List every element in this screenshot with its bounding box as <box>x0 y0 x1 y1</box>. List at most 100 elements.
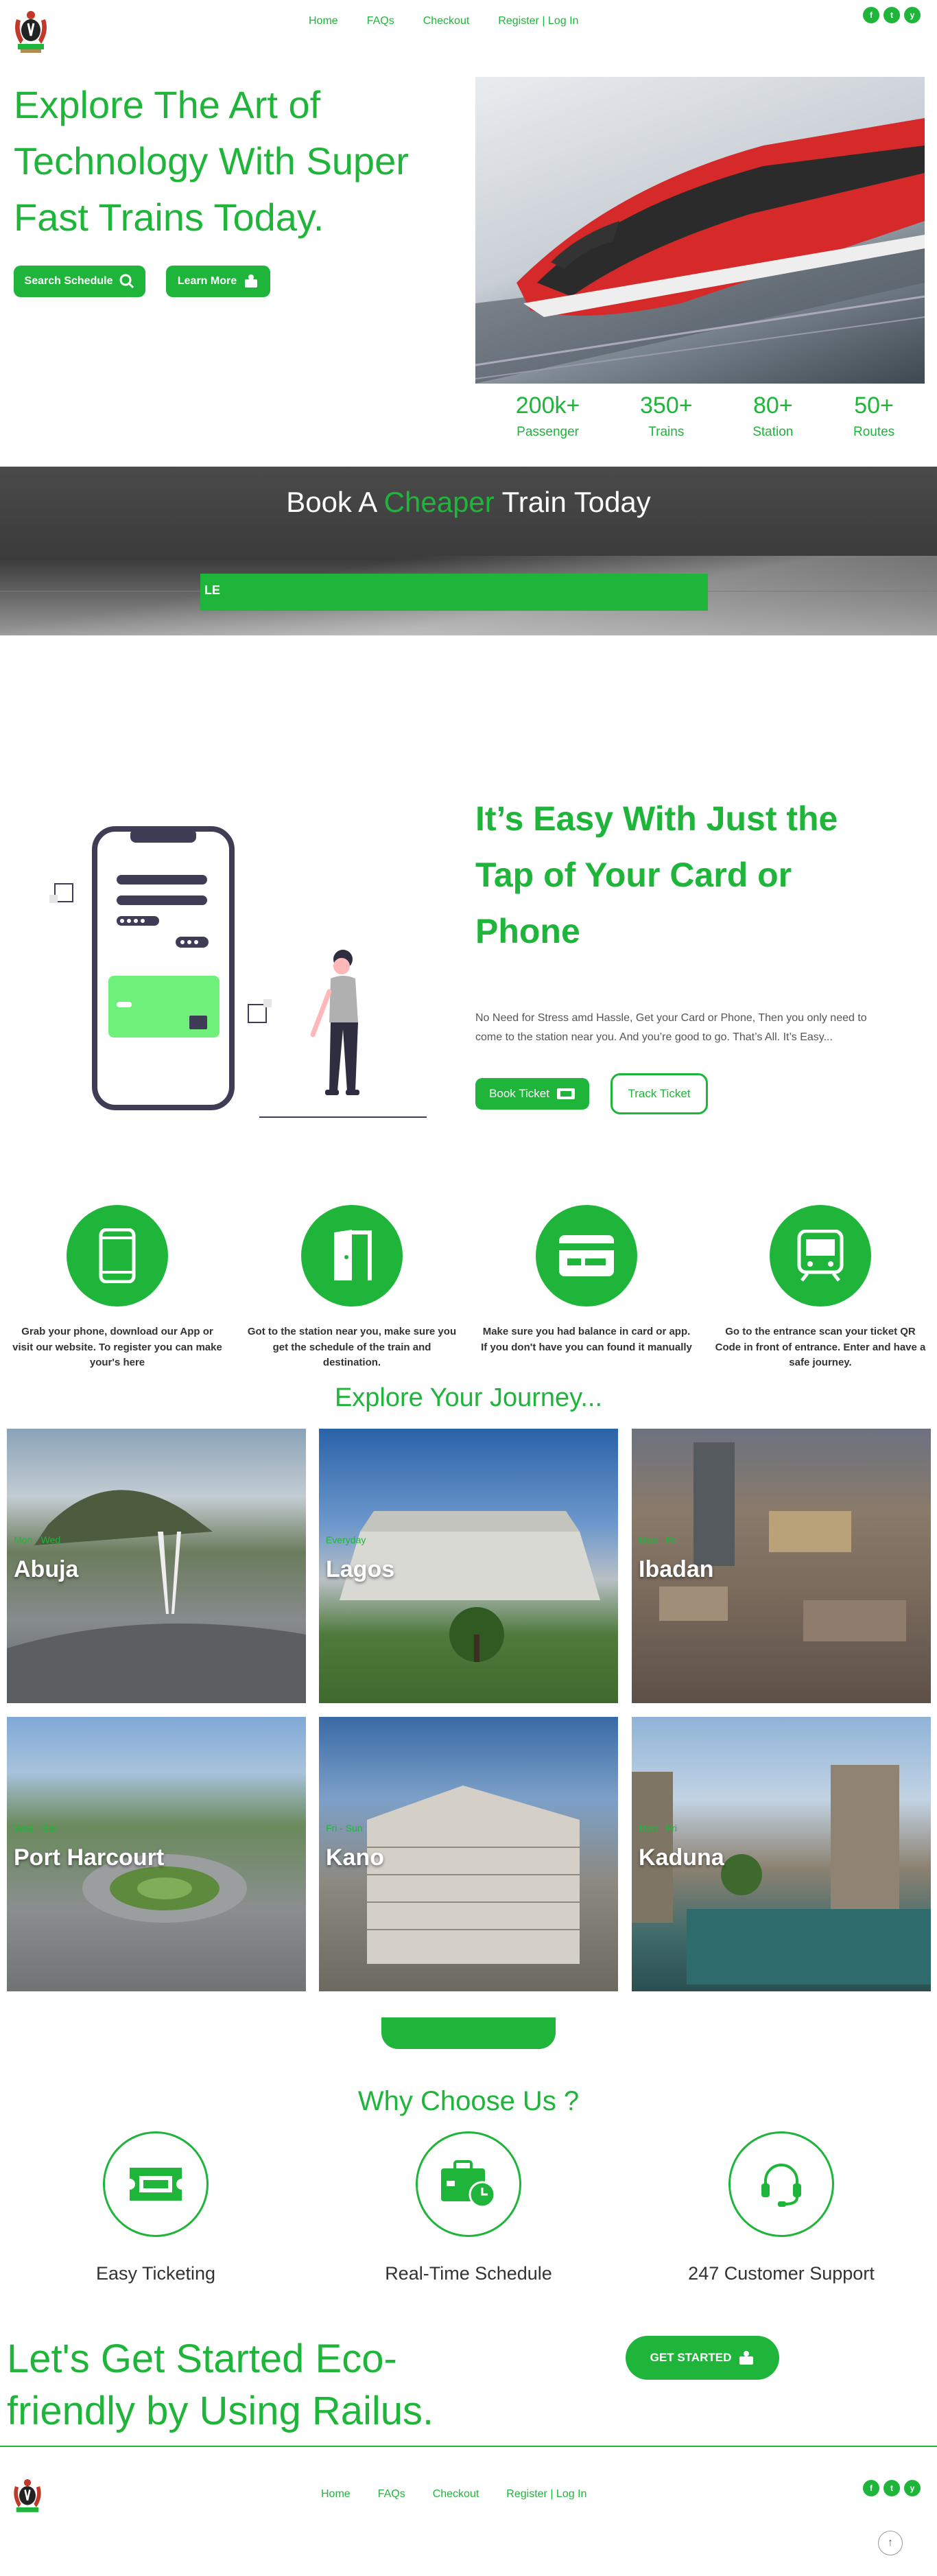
explore-title: Explore Your Journey... <box>334 1383 603 1412</box>
person-card-icon <box>245 274 258 288</box>
book-title-accent: Cheaper <box>383 486 495 518</box>
facebook-icon[interactable]: f <box>863 2480 879 2496</box>
book-title: Book A Cheaper Train Today <box>0 486 937 519</box>
city-card-kaduna[interactable]: Mon - Fri Kaduna <box>632 1717 931 1991</box>
city-days: Mon - Fri <box>639 1534 677 1545</box>
track-ticket-label: Track Ticket <box>628 1087 691 1100</box>
twitter-icon[interactable]: t <box>883 7 900 23</box>
city-card-ibadan[interactable]: Mon - Fri Ibadan <box>632 1429 931 1703</box>
step-1: Grab your phone, download our App or vis… <box>0 1205 235 1371</box>
train-icon <box>797 1230 844 1282</box>
schedule-bar-text: LE <box>204 583 221 597</box>
search-schedule-label: Search Schedule <box>24 275 113 287</box>
hero-title-line3: Fast Trains Today. <box>14 196 324 239</box>
city-card-lagos[interactable]: Everyday Lagos <box>319 1429 618 1703</box>
footer-nav-checkout[interactable]: Checkout <box>433 2488 479 2501</box>
card-icon <box>559 1235 614 1276</box>
city-days: Everyday <box>326 1534 366 1545</box>
schedule-bar[interactable]: LE <box>200 574 708 611</box>
nav-register-login[interactable]: Register | Log In <box>498 15 578 27</box>
twitter-icon[interactable]: t <box>883 2480 900 2496</box>
step-2: Got to the station near you, make sure y… <box>235 1205 469 1371</box>
footer-nav: Home FAQs Checkout Register | Log In <box>321 2488 630 2501</box>
headset-icon <box>761 2164 801 2207</box>
step-line: Make sure you had balance in card or app… <box>482 1326 691 1337</box>
hero-title-line1: Explore The Art of <box>14 83 321 126</box>
learn-more-label: Learn More <box>177 275 237 287</box>
footer-nav-home[interactable]: Home <box>321 2488 351 2501</box>
track-ticket-button[interactable]: Track Ticket <box>610 1073 708 1114</box>
ticket-icon <box>130 2168 182 2201</box>
step-line: Code in front of entrance. Enter and hav… <box>715 1341 926 1353</box>
footer-social-links: f t y <box>863 2480 921 2496</box>
step-1-text: Grab your phone, download our App or vis… <box>0 1324 235 1371</box>
door-icon <box>334 1230 372 1280</box>
step-line: Got to the station near you, make sure y… <box>247 1326 457 1337</box>
step-line: safe journey. <box>789 1357 852 1368</box>
step-1-circle <box>67 1205 168 1307</box>
cta-title: Let's Get Started Eco- friendly by Using… <box>7 2333 528 2437</box>
book-ticket-button[interactable]: Book Ticket <box>475 1078 589 1110</box>
hero-stats: 200k+ Passenger 350+ Trains 80+ Station … <box>486 393 925 440</box>
why-label: Real-Time Schedule <box>385 2263 552 2284</box>
step-line: Go to the entrance scan your ticket QR <box>725 1326 916 1337</box>
hero-train-image <box>475 77 925 384</box>
why-label: Easy Ticketing <box>95 2263 216 2284</box>
stat-station: 80+ Station <box>752 393 793 440</box>
cta-title-line2: friendly by Using Railus. <box>7 2389 434 2433</box>
city-days: Mon - Wed <box>14 1534 61 1545</box>
city-name: Ibadan <box>639 1556 714 1582</box>
get-started-button[interactable]: GET STARTED <box>626 2336 779 2380</box>
coat-of-arms-logo[interactable] <box>7 5 55 54</box>
learn-more-button[interactable]: Learn More <box>166 266 270 297</box>
city-name: Kano <box>326 1845 384 1871</box>
why-items: Easy Ticketing Real-Time Schedule 247 Cu… <box>0 2131 937 2289</box>
scroll-top-button[interactable]: ↑ <box>878 2531 903 2555</box>
schedule-icon <box>441 2160 496 2208</box>
step-3-text: Make sure you had balance in card or app… <box>469 1324 704 1355</box>
search-schedule-button[interactable]: Search Schedule <box>14 266 145 297</box>
step-line: get the schedule of the train and <box>272 1341 431 1353</box>
city-card-kano[interactable]: Fri - Sun Kano <box>319 1717 618 1991</box>
youtube-icon[interactable]: y <box>904 2480 921 2496</box>
city-name: Lagos <box>326 1556 395 1582</box>
book-title-pre: Book A <box>286 486 384 518</box>
stat-value: 80+ <box>752 393 793 419</box>
stat-value: 200k+ <box>515 393 580 419</box>
person-card-icon <box>739 2351 754 2365</box>
city-days: Fri - Sun <box>326 1823 363 1834</box>
view-more-button-partial[interactable] <box>381 2017 556 2049</box>
city-card-abuja[interactable]: Mon - Wed Abuja <box>7 1429 306 1703</box>
book-ticket-label: Book Ticket <box>489 1087 549 1100</box>
easy-title: It’s Easy With Just the Tap of Your Card… <box>475 791 914 959</box>
nav-faqs[interactable]: FAQs <box>367 15 394 27</box>
step-4-circle <box>770 1205 871 1307</box>
city-name: Abuja <box>14 1556 79 1582</box>
why-label: 247 Customer Support <box>688 2263 875 2284</box>
site-footer: Home FAQs Checkout Register | Log In f t… <box>0 2450 937 2576</box>
footer-nav-register-login[interactable]: Register | Log In <box>506 2488 586 2501</box>
book-banner: Book A Cheaper Train Today LE <box>0 467 937 635</box>
footer-nav-faqs[interactable]: FAQs <box>378 2488 405 2501</box>
cta-title-line1: Let's Get Started Eco- <box>7 2337 397 2381</box>
city-name: Port Harcourt <box>14 1845 165 1871</box>
nav-home[interactable]: Home <box>309 15 338 27</box>
city-days: Mon - Fri <box>639 1823 677 1834</box>
ticket-icon <box>556 1088 575 1099</box>
phone-illustration <box>48 823 432 1125</box>
footer-coat-of-arms-logo[interactable] <box>7 2474 48 2516</box>
easy-description-line2: come to the station near you. And you’re… <box>475 1031 833 1043</box>
hero-title: Explore The Art of Technology With Super… <box>14 77 466 246</box>
step-4-text: Go to the entrance scan your ticket QR C… <box>704 1324 937 1371</box>
why-circle <box>728 2131 834 2237</box>
nav-checkout[interactable]: Checkout <box>423 15 470 27</box>
youtube-icon[interactable]: y <box>904 7 921 23</box>
hero-title-line2: Technology With Super <box>14 139 409 183</box>
phone-icon <box>99 1228 136 1283</box>
stat-label: Station <box>752 425 794 439</box>
facebook-icon[interactable]: f <box>863 7 879 23</box>
step-3: Make sure you had balance in card or app… <box>469 1205 704 1355</box>
stat-value: 350+ <box>640 393 693 419</box>
stat-routes: 50+ Routes <box>853 393 894 440</box>
city-card-port-harcourt[interactable]: Wed - Sat Port Harcourt <box>7 1717 306 1991</box>
